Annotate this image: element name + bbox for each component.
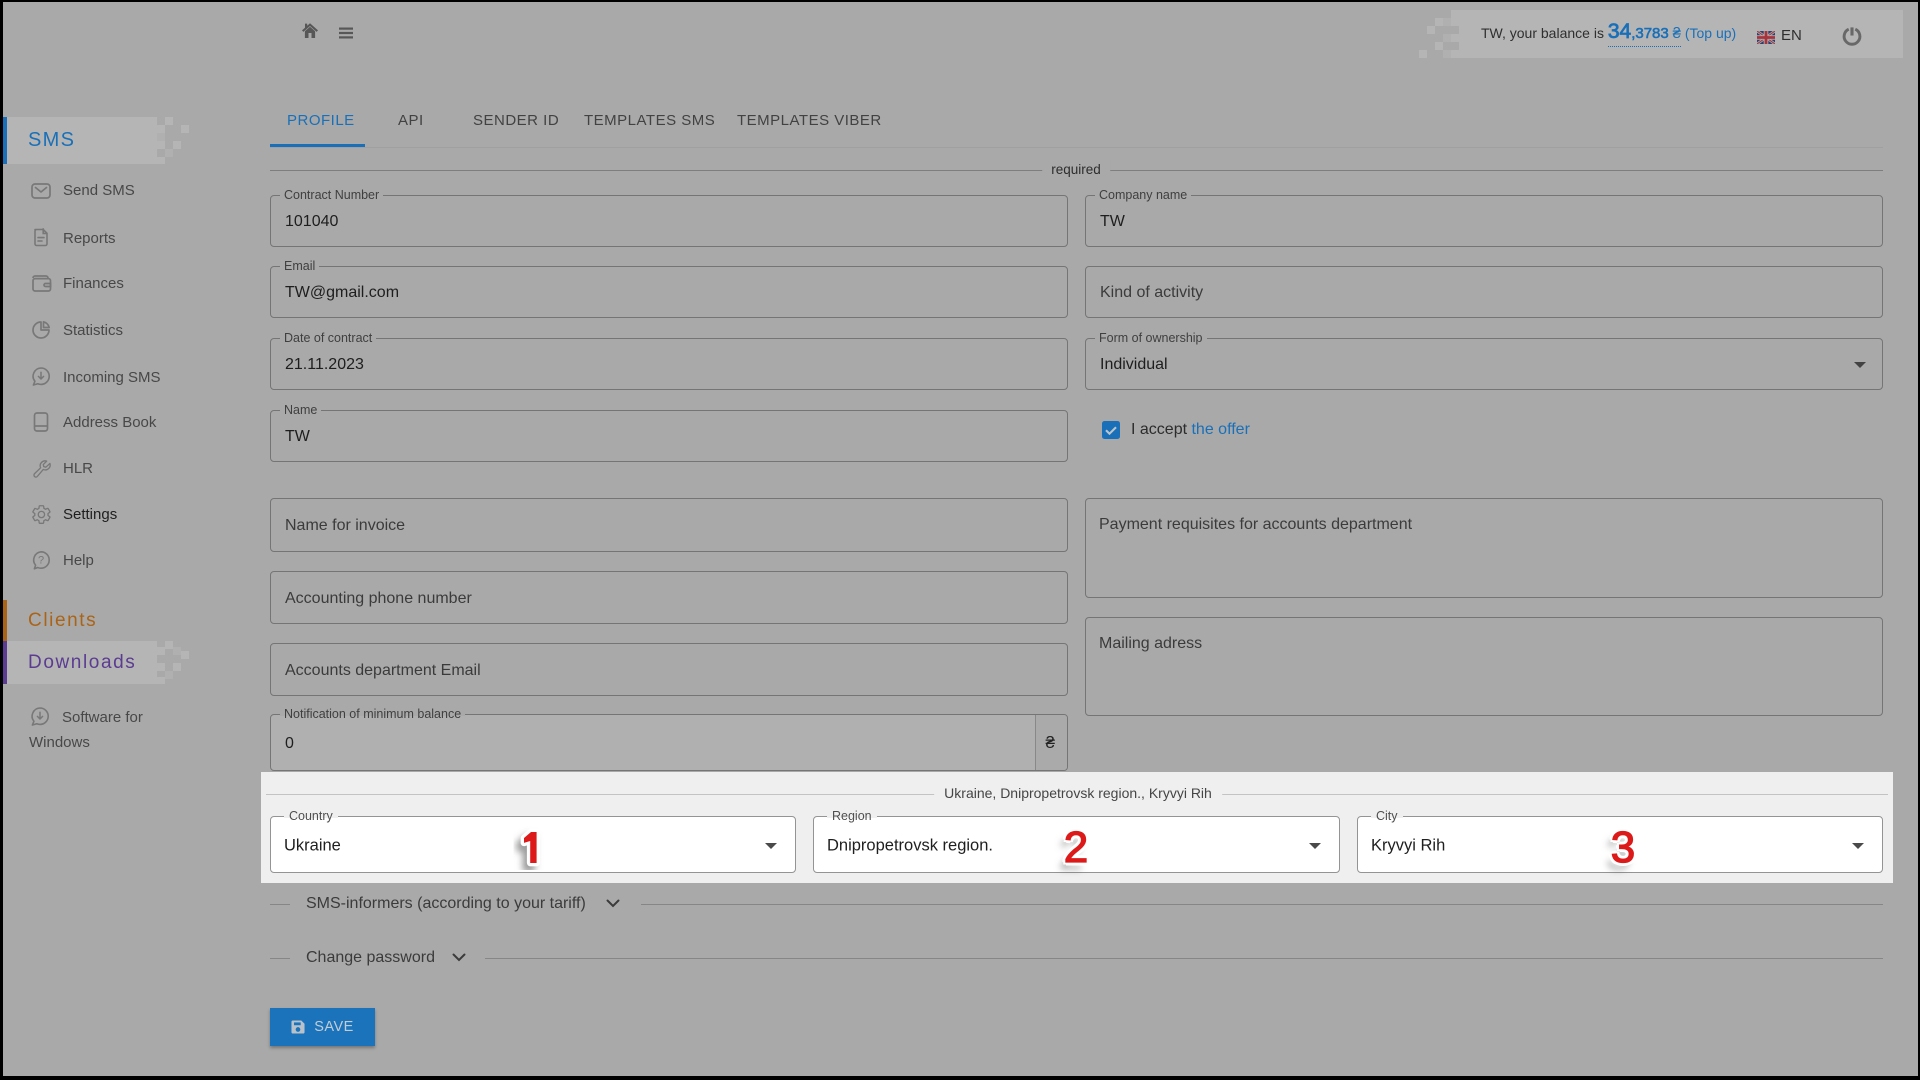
svg-text:?: ? [38, 555, 44, 567]
